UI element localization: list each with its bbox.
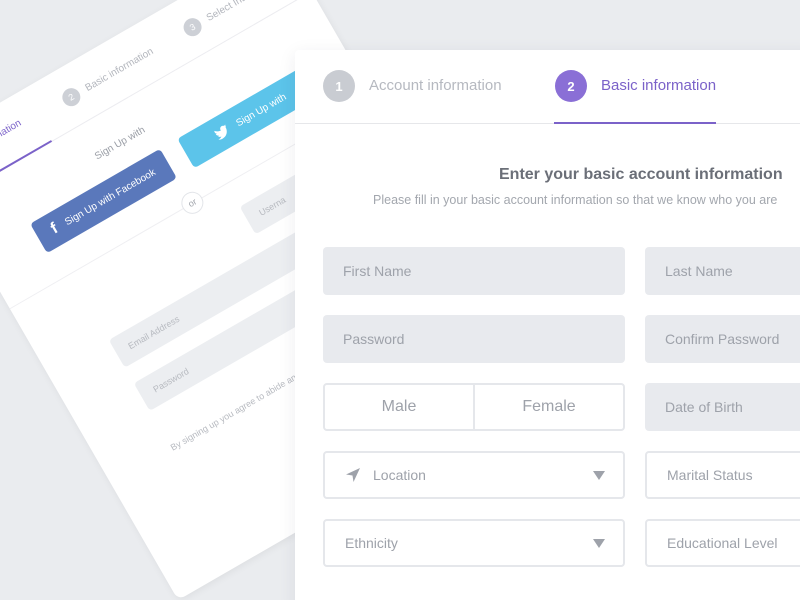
last-name-input[interactable]: Last Name — [645, 247, 800, 295]
dropdown-caret-icon — [593, 539, 605, 548]
step-number-badge: 1 — [323, 70, 355, 102]
form-subheading: Please fill in your basic account inform… — [373, 193, 778, 207]
location-select[interactable]: Location — [323, 451, 625, 499]
facebook-signup-button[interactable]: f Sign Up with Facebook — [30, 148, 177, 254]
location-select-label: Location — [373, 467, 426, 483]
tab-label: Account information — [369, 77, 502, 94]
ethnicity-select-label: Ethnicity — [345, 535, 398, 551]
location-arrow-icon — [346, 468, 360, 482]
twitter-button-label: Sign Up with — [234, 91, 289, 129]
facebook-button-label: Sign Up with Facebook — [62, 166, 158, 228]
tab-label: Basic information — [601, 77, 717, 94]
first-name-input[interactable]: First Name — [323, 247, 625, 295]
dropdown-caret-icon — [593, 471, 605, 480]
ethnicity-select[interactable]: Ethnicity — [323, 519, 625, 567]
date-of-birth-input[interactable]: Date of Birth — [645, 383, 800, 431]
gender-option-male[interactable]: Male — [325, 385, 473, 429]
step-label: Basic information — [83, 45, 156, 94]
step-number: 2 — [59, 84, 84, 110]
password-input[interactable]: Password — [323, 315, 625, 363]
background-step-basic[interactable]: 2 Basic information — [59, 43, 157, 110]
step-number-badge: 2 — [555, 70, 587, 102]
confirm-password-input[interactable]: Confirm Password — [645, 315, 800, 363]
gender-option-female[interactable]: Female — [473, 385, 623, 429]
step-tabs: 1 Account information 2 Basic informatio… — [295, 50, 800, 124]
gender-toggle: Male Female — [323, 383, 625, 431]
basic-information-card: 1 Account information 2 Basic informatio… — [295, 50, 800, 600]
step-label: Select Interests — [204, 0, 270, 24]
tab-basic-information[interactable]: 2 Basic information — [555, 70, 716, 124]
educational-level-label: Educational Level — [667, 535, 778, 551]
signup-with-label: Sign Up with — [93, 124, 148, 163]
step-number: 3 — [180, 14, 205, 40]
facebook-icon: f — [47, 220, 61, 238]
form-heading: Enter your basic account information — [499, 166, 783, 183]
educational-level-select[interactable]: Educational Level — [645, 519, 800, 567]
twitter-icon — [214, 124, 227, 140]
marital-status-select[interactable]: Marital Status — [645, 451, 800, 499]
tab-account-information[interactable]: 1 Account information — [323, 70, 502, 124]
marital-status-label: Marital Status — [667, 467, 753, 483]
active-tab-underline — [554, 122, 716, 124]
or-separator: or — [177, 187, 208, 218]
background-step-interests[interactable]: 3 Select Interests — [180, 0, 271, 40]
